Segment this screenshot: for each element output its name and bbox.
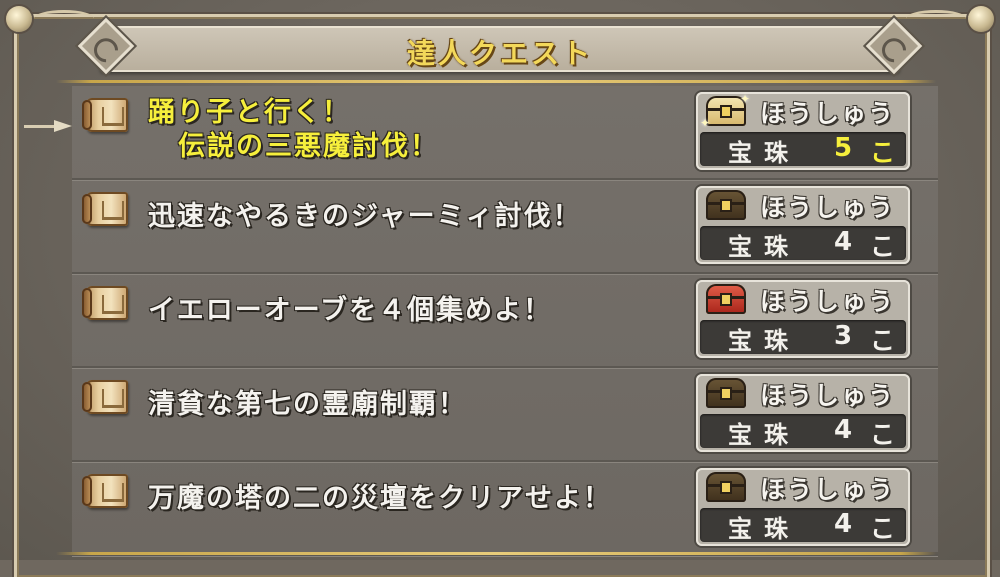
dark-chest-icon [706,190,746,220]
reward-label: ほうしゅう [760,287,896,316]
quest-row[interactable]: 迅速なやるきのジャーミィ討伐！ ほうしゅう 宝珠 4 こ [72,180,938,274]
quest-scroll-icon [82,286,128,320]
reward-box: ほうしゅう 宝珠 4 こ [696,186,910,264]
quest-row[interactable]: 清貧な第七の霊廟制覇！ ほうしゅう 宝珠 4 こ [72,368,938,462]
quest-title-line1: 迅速なやるきのジャーミィ討伐！ [148,201,582,232]
red-chest-icon [706,284,746,314]
reward-unit: こ [870,514,896,543]
scroll-ornament-icon [34,10,94,27]
reward-count: 4 [834,415,853,445]
reward-label: ほうしゅう [760,193,896,222]
reward-box: ✦ ✦ ほうしゅう 宝珠 5 こ [696,92,910,170]
divider [56,80,936,83]
reward-count: 5 [834,133,853,163]
quest-row[interactable]: イエローオーブを４個集めよ！ ほうしゅう 宝珠 3 こ [72,274,938,368]
reward-count: 4 [834,509,853,539]
reward-item: 宝珠 [728,421,800,449]
quest-row[interactable]: 万魔の塔の二の災壇をクリアせよ！ ほうしゅう 宝珠 4 こ [72,462,938,556]
quest-title: 万魔の塔の二の災壇をクリアせよ！ [148,482,612,516]
reward-unit: こ [870,138,896,167]
reward-unit: こ [870,326,896,355]
reward-count: 4 [834,227,853,257]
quest-title-line1: 踊り子と行く！ [148,97,351,128]
quest-title-line1: 清貧な第七の霊廟制覇！ [148,389,467,420]
corner-ornament-icon [968,6,994,32]
reward-label: ほうしゅう [760,99,896,128]
quest-title-line1: イエローオーブを４個集めよ！ [148,295,553,326]
quest-title: 踊り子と行く！ 伝説の三悪魔討伐！ [148,96,439,164]
selection-cursor-icon [24,120,74,132]
quest-title: イエローオーブを４個集めよ！ [148,294,552,328]
reward-item: 宝珠 [728,233,800,261]
title-bar: 達人クエスト [100,26,900,72]
reward-count: 3 [834,321,853,351]
reward-label: ほうしゅう [760,475,896,504]
reward-value: 宝珠 3 こ [700,320,906,355]
quest-scroll-icon [82,98,128,132]
reward-value: 宝珠 5 こ [700,132,906,167]
reward-box: ほうしゅう 宝珠 3 こ [696,280,910,358]
quest-title: 清貧な第七の霊廟制覇！ [148,388,467,422]
reward-unit: こ [870,232,896,261]
quest-scroll-icon [82,380,128,414]
corner-ornament-icon [6,6,32,32]
reward-item: 宝珠 [728,327,800,355]
quest-list: 踊り子と行く！ 伝説の三悪魔討伐！ ✦ ✦ ほうしゅう 宝珠 5 こ 迅速なやる… [24,86,938,556]
reward-item: 宝珠 [728,139,800,167]
reward-label: ほうしゅう [760,381,896,410]
divider [56,552,936,555]
sparkle-icon: ✦ [740,92,751,106]
quest-scroll-icon [82,192,128,226]
reward-value: 宝珠 4 こ [700,508,906,543]
quest-title: 迅速なやるきのジャーミィ討伐！ [148,200,582,234]
quest-window: 達人クエスト 踊り子と行く！ 伝説の三悪魔討伐！ ✦ ✦ ほうしゅう 宝珠 5 … [0,0,1000,577]
scroll-ornament-icon [906,10,966,27]
reward-box: ほうしゅう 宝珠 4 こ [696,374,910,452]
quest-title-line2: 伝説の三悪魔討伐！ [178,131,439,162]
dark-chest-icon [706,378,746,408]
dark-chest-icon [706,472,746,502]
quest-title-line1: 万魔の塔の二の災壇をクリアせよ！ [148,483,612,514]
reward-item: 宝珠 [728,515,800,543]
window-title: 達人クエスト [406,37,593,70]
reward-box: ほうしゅう 宝珠 4 こ [696,468,910,546]
quest-row[interactable]: 踊り子と行く！ 伝説の三悪魔討伐！ ✦ ✦ ほうしゅう 宝珠 5 こ [24,86,938,180]
quest-scroll-icon [82,474,128,508]
sparkle-icon: ✦ [700,116,711,130]
reward-value: 宝珠 4 こ [700,414,906,449]
reward-unit: こ [870,420,896,449]
reward-value: 宝珠 4 こ [700,226,906,261]
